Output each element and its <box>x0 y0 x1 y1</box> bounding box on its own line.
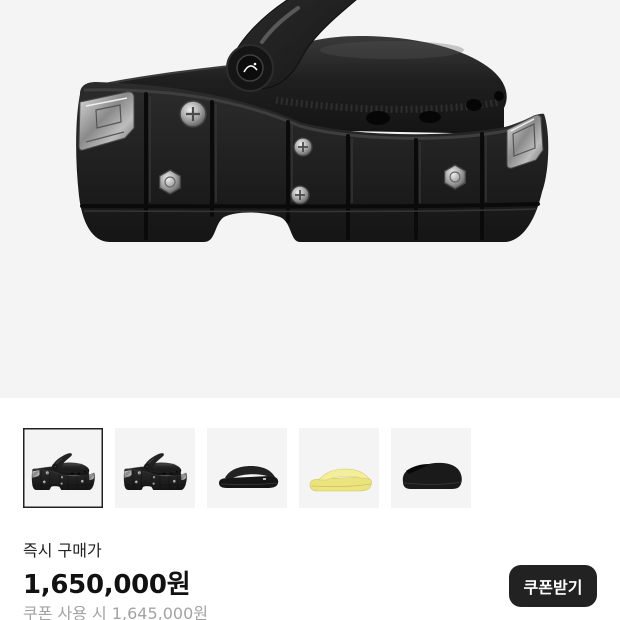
round-screw-stud <box>179 100 207 128</box>
thumbnail-gallery <box>23 428 471 508</box>
vent-hole <box>494 91 504 101</box>
upper-sheen <box>320 41 464 59</box>
hex-bolt-stud <box>158 169 182 195</box>
strap-rivet <box>226 44 274 92</box>
studded-clog-icon <box>123 452 188 491</box>
vent-hole <box>419 111 441 123</box>
clog-body <box>402 462 462 489</box>
product-hero-image <box>76 0 549 242</box>
price-amount: 1,650,000원 <box>23 570 191 600</box>
black-slide-icon <box>219 466 279 488</box>
thumbnail-5[interactable] <box>391 428 471 508</box>
vent-hole <box>466 99 482 111</box>
get-coupon-button-label: 쿠폰받기 <box>523 578 583 597</box>
coupon-discount-price: 쿠폰 사용 시 1,645,000원 <box>23 604 209 620</box>
slide-logo-mark <box>263 478 266 480</box>
slide-sole <box>309 476 372 492</box>
thumbnail-3[interactable] <box>207 428 287 508</box>
thumbnail-4[interactable] <box>299 428 379 508</box>
get-coupon-button[interactable]: 쿠폰받기 <box>509 565 597 607</box>
hex-bolt-stud <box>443 164 467 190</box>
product-hero <box>0 0 620 398</box>
studded-clog-icon <box>31 452 96 491</box>
thumbnail-1[interactable] <box>23 428 103 508</box>
yellow-slide-icon <box>309 468 372 492</box>
round-screw-stud <box>293 137 313 157</box>
thumbnail-2[interactable] <box>115 428 195 508</box>
black-clog-icon <box>402 462 462 489</box>
instant-buy-price-label: 즉시 구매가 <box>23 541 102 560</box>
round-screw-stud <box>290 185 310 205</box>
studded-clog-icon <box>76 0 549 242</box>
vent-hole <box>366 111 390 125</box>
